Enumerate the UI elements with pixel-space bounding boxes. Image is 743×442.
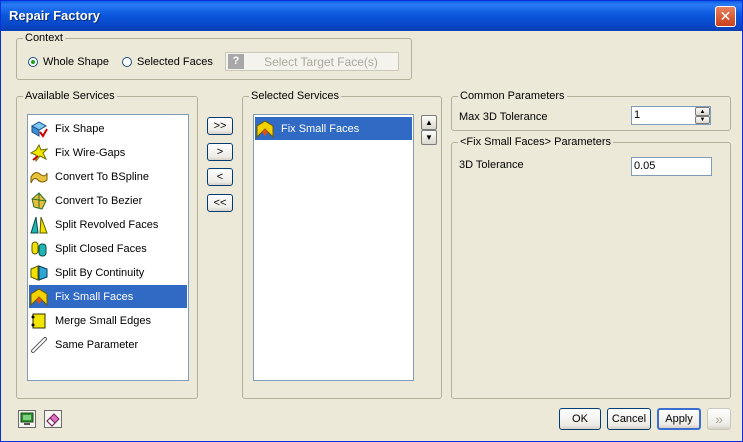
list-item-label: Split By Continuity: [55, 266, 145, 279]
radio-selected-faces[interactable]: Selected Faces: [122, 56, 213, 68]
common-parameters-legend: Common Parameters: [460, 90, 565, 102]
list-item-label: Convert To BSpline: [55, 170, 149, 183]
close-button[interactable]: ✕: [715, 6, 736, 27]
split-closed-icon: [30, 240, 48, 258]
next-button[interactable]: »: [707, 408, 731, 430]
fix-wire-gaps-icon: [30, 143, 48, 162]
help-icon: ?: [228, 54, 244, 69]
list-item-convert-bspline[interactable]: Convert To BSpline: [29, 165, 187, 188]
add-all-button[interactable]: >>: [207, 117, 233, 135]
list-item-label: Fix Small Faces: [281, 122, 360, 135]
split-revolved-icon: [30, 216, 48, 234]
list-item-label: Fix Wire-Gaps: [55, 146, 126, 159]
display-icon[interactable]: [18, 410, 36, 428]
max-tolerance-down[interactable]: ▼: [695, 116, 710, 124]
list-item-label: Split Closed Faces: [55, 242, 147, 255]
list-item-split-closed[interactable]: Split Closed Faces: [29, 237, 187, 260]
remove-all-button[interactable]: <<: [207, 194, 233, 212]
select-target-faces-label: Select Target Face(s): [264, 54, 378, 69]
fix-small-faces-parameters-legend: <Fix Small Faces> Parameters: [460, 136, 611, 148]
selected-services-list[interactable]: Fix Small Faces: [253, 114, 414, 381]
ok-button[interactable]: OK: [559, 408, 601, 430]
list-item-same-parameter[interactable]: Same Parameter: [29, 333, 187, 356]
radio-selected-faces-label: Selected Faces: [137, 56, 213, 68]
repair-factory-window: Repair Factory ✕ Context Whole Shape Sel…: [0, 0, 743, 442]
remove-button[interactable]: <: [207, 168, 233, 186]
list-item-label: Merge Small Edges: [55, 314, 151, 327]
merge-small-edges-icon: [30, 312, 48, 330]
list-item-split-continuity[interactable]: Split By Continuity: [29, 261, 187, 284]
window-title: Repair Factory: [9, 8, 101, 23]
available-services-list[interactable]: Fix Shape Fix Wire-Gaps Convert To BSpli…: [27, 114, 189, 381]
same-parameter-icon: [30, 336, 48, 354]
list-item-fix-wire-gaps[interactable]: Fix Wire-Gaps: [29, 141, 187, 164]
list-item-label: Fix Shape: [55, 122, 105, 135]
eraser-icon[interactable]: [44, 410, 62, 428]
radio-whole-shape-dot[interactable]: [28, 57, 38, 67]
add-button[interactable]: >: [207, 143, 233, 161]
max-tolerance-up[interactable]: ▲: [695, 107, 710, 116]
list-item-label: Split Revolved Faces: [55, 218, 159, 231]
list-item-label: Convert To Bezier: [55, 194, 143, 207]
available-services-legend: Available Services: [25, 90, 115, 102]
convert-bspline-icon: [30, 168, 48, 186]
cancel-button[interactable]: Cancel: [607, 408, 651, 430]
list-item-label: Fix Small Faces: [55, 290, 134, 303]
fix-small-faces-parameters-group: <Fix Small Faces> Parameters: [451, 137, 731, 399]
radio-selected-faces-dot[interactable]: [122, 57, 132, 67]
max-tolerance-label: Max 3D Tolerance: [459, 111, 548, 123]
convert-bezier-icon: [30, 191, 48, 210]
select-target-faces-button[interactable]: ? Select Target Face(s): [225, 52, 399, 71]
list-item-split-revolved[interactable]: Split Revolved Faces: [29, 213, 187, 236]
fix-shape-icon: [30, 120, 48, 138]
list-item-convert-bezier[interactable]: Convert To Bezier: [29, 189, 187, 212]
move-down-button[interactable]: ▼: [421, 130, 437, 145]
list-item-label: Same Parameter: [55, 338, 139, 351]
move-up-button[interactable]: ▲: [421, 115, 437, 130]
apply-button[interactable]: Apply: [657, 408, 701, 430]
selected-item-fix-small-faces[interactable]: Fix Small Faces: [255, 117, 412, 140]
radio-whole-shape-label: Whole Shape: [43, 56, 110, 68]
context-legend: Context: [25, 32, 63, 44]
list-item-merge-small-edges[interactable]: Merge Small Edges: [29, 309, 187, 332]
split-continuity-icon: [30, 264, 48, 282]
fix-small-faces-icon: [30, 287, 48, 306]
tolerance-3d-input[interactable]: 0.05: [631, 157, 712, 176]
list-item-fix-small-faces[interactable]: Fix Small Faces: [29, 285, 187, 308]
selected-services-legend: Selected Services: [251, 90, 340, 102]
fix-small-faces-icon: [256, 119, 274, 138]
list-item-fix-shape[interactable]: Fix Shape: [29, 117, 187, 140]
tolerance-3d-label: 3D Tolerance: [459, 159, 524, 171]
radio-whole-shape[interactable]: Whole Shape: [28, 56, 109, 68]
title-bar[interactable]: Repair Factory ✕: [1, 1, 742, 31]
